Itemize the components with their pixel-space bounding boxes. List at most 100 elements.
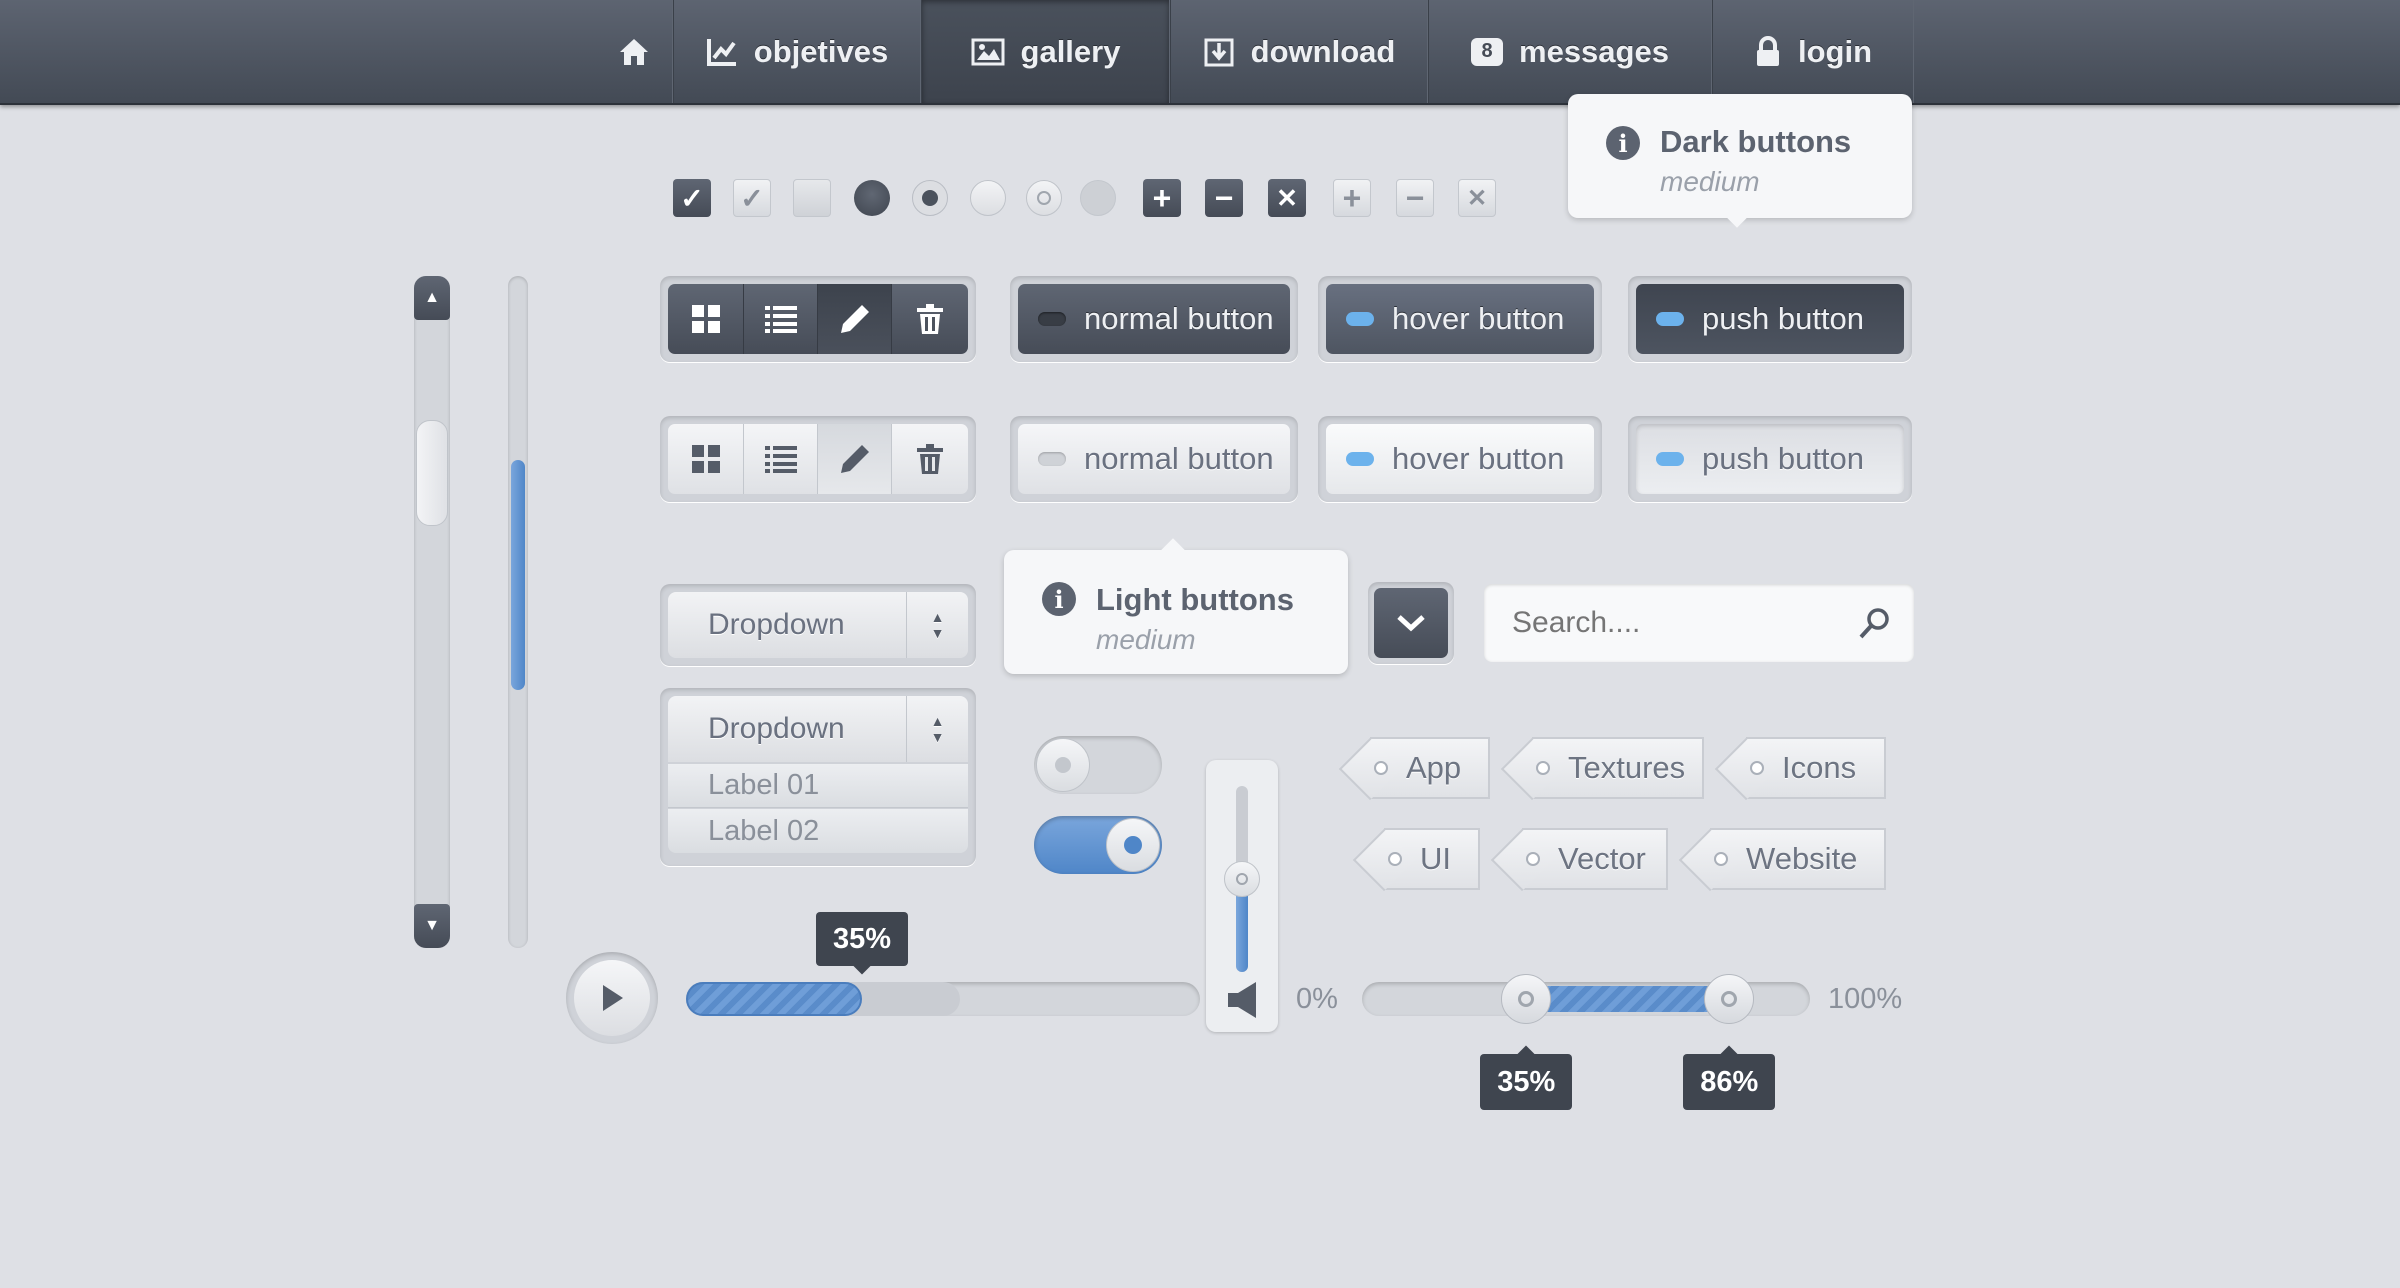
remove-button-light[interactable]: − [1396, 179, 1434, 217]
thin-scrollbar[interactable] [508, 276, 528, 948]
dark-normal-button[interactable]: normal button [1018, 284, 1290, 354]
nav-messages[interactable]: 8 messages [1428, 0, 1712, 103]
progress-value-badge: 35% [816, 912, 908, 975]
nav-objetives[interactable]: objetives [673, 0, 921, 103]
grid-icon [691, 445, 720, 473]
tag-app[interactable]: App [1370, 737, 1490, 799]
search-icon[interactable] [1858, 606, 1892, 640]
dark-push-button[interactable]: push button [1636, 284, 1904, 354]
arrow-up-icon: ▲ [424, 289, 440, 306]
nav-home[interactable] [595, 0, 673, 103]
dropdown-open[interactable]: Dropdown ▲ ▼ [668, 696, 968, 762]
radio-light-selected[interactable] [1026, 180, 1062, 216]
nav-gallery[interactable]: gallery [921, 0, 1170, 103]
tooltip-subtitle: medium [1660, 166, 1760, 197]
list-view-button[interactable] [744, 424, 818, 494]
add-button-dark[interactable]: + [1143, 179, 1181, 217]
search-box [1484, 584, 1914, 662]
icon-button-group-dark [660, 276, 976, 362]
list-icon [764, 446, 797, 473]
range-max-label: 100% [1828, 983, 1903, 1015]
info-icon: i [1606, 126, 1640, 160]
remove-button-dark[interactable]: − [1205, 179, 1243, 217]
delete-button[interactable] [892, 424, 968, 494]
tag-textures[interactable]: Textures [1532, 737, 1704, 799]
light-normal-button-well: normal button [1010, 416, 1298, 502]
nav-login[interactable]: login [1712, 0, 1914, 103]
range-low-knob[interactable] [1501, 974, 1552, 1024]
scroll-thumb[interactable] [416, 420, 448, 526]
checkbox-unchecked[interactable] [793, 179, 831, 217]
pencil-icon [840, 305, 869, 333]
range-high-badge: 86% [1683, 1045, 1776, 1110]
add-button-light[interactable]: + [1333, 179, 1371, 217]
list-icon [764, 306, 797, 333]
dropdown-closed[interactable]: Dropdown ▲ ▼ [668, 592, 968, 658]
range-high-knob[interactable] [1704, 974, 1755, 1024]
search-input[interactable] [1512, 598, 1842, 648]
play-button[interactable] [574, 960, 650, 1036]
nav-label: messages [1519, 33, 1669, 69]
nav-download[interactable]: download [1170, 0, 1428, 103]
grid-view-button[interactable] [668, 424, 744, 494]
grid-view-button[interactable] [668, 284, 744, 354]
minus-icon: − [1214, 179, 1234, 216]
close-button-dark[interactable]: ✕ [1268, 179, 1306, 217]
checkbox-checked-light[interactable]: ✓ [733, 179, 771, 217]
plus-icon: + [1342, 179, 1362, 216]
radio-unselected[interactable] [970, 180, 1006, 216]
light-push-button-well: push button [1628, 416, 1912, 502]
top-nav-bar: objetives gallery download 8 messages lo… [0, 0, 2400, 105]
toggle-off[interactable] [1034, 736, 1162, 794]
list-view-button[interactable] [744, 284, 818, 354]
range-slider[interactable] [1362, 974, 1810, 1024]
speaker-icon [1228, 982, 1256, 1018]
thin-scroll-thumb[interactable] [511, 460, 525, 690]
dropdown-option[interactable]: Label 02 [668, 809, 968, 853]
dropdown-label: Dropdown [708, 608, 845, 641]
edit-button[interactable] [818, 424, 892, 494]
light-push-button[interactable]: push button [1636, 424, 1904, 494]
nav-label: gallery [1020, 33, 1121, 69]
toggle-on[interactable] [1034, 816, 1162, 874]
tag-icons[interactable]: Icons [1746, 737, 1886, 799]
pencil-icon [840, 445, 869, 473]
dark-hover-button[interactable]: hover button [1326, 284, 1594, 354]
radio-dark-filled[interactable] [854, 180, 890, 216]
trash-icon [917, 304, 943, 334]
dropdown-option[interactable]: Label 01 [668, 764, 968, 808]
delete-button[interactable] [892, 284, 968, 354]
tooltip-light-buttons: i Light buttons medium [1004, 538, 1348, 674]
progress-fill [686, 982, 862, 1016]
updown-arrow-icon: ▲ ▼ [906, 696, 968, 762]
radio-disabled[interactable] [1080, 180, 1116, 216]
range-fill [1526, 986, 1730, 1012]
tag-ui[interactable]: UI [1384, 828, 1480, 890]
tag-vector[interactable]: Vector [1522, 828, 1668, 890]
toggle-knob [1106, 818, 1160, 872]
tooltip-title: Light buttons [1096, 582, 1294, 617]
edit-button[interactable] [818, 284, 892, 354]
radio-selected[interactable] [912, 180, 948, 216]
tooltip-title: Dark buttons [1660, 124, 1852, 159]
nav-label: login [1797, 33, 1873, 69]
vertical-scrollbar[interactable]: ▲ ▼ [414, 276, 450, 948]
scroll-down-button[interactable]: ▼ [414, 904, 450, 948]
trash-icon [917, 444, 943, 474]
toggle-knob [1036, 738, 1090, 792]
chevron-button-well [1368, 582, 1454, 664]
volume-track[interactable] [1224, 786, 1260, 972]
range-min-label: 0% [1296, 983, 1338, 1015]
volume-knob[interactable] [1224, 861, 1260, 897]
volume-control [1206, 760, 1278, 1032]
scroll-up-button[interactable]: ▲ [414, 276, 450, 320]
light-normal-button[interactable]: normal button [1018, 424, 1290, 494]
progress-bar[interactable] [686, 982, 1200, 1016]
minus-icon: − [1405, 179, 1425, 216]
checkbox-checked-dark[interactable]: ✓ [673, 179, 711, 217]
close-button-light[interactable]: ✕ [1458, 179, 1496, 217]
light-hover-button[interactable]: hover button [1326, 424, 1594, 494]
dropdown-toggle-button[interactable] [1374, 588, 1448, 658]
light-hover-button-well: hover button [1318, 416, 1602, 502]
tag-website[interactable]: Website [1710, 828, 1886, 890]
